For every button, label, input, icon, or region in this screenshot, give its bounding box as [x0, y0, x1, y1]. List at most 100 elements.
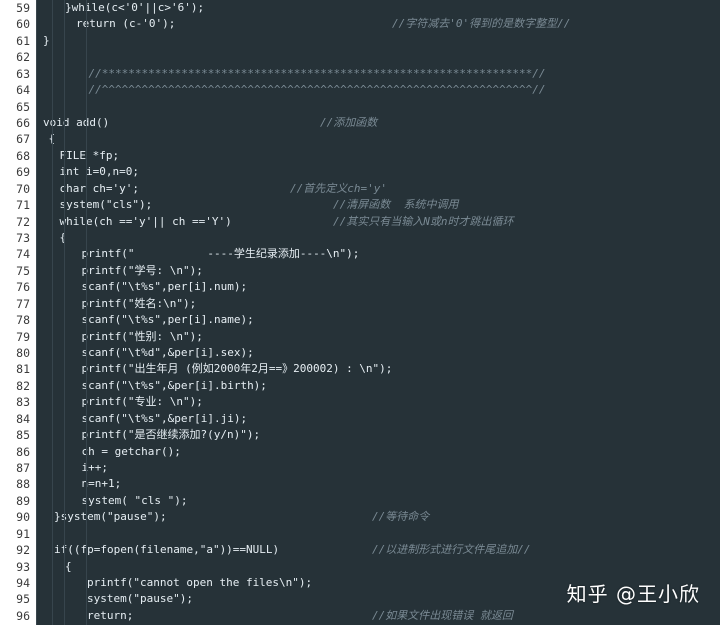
code-text: printf("出生年月 (例如2000年2月==》200002) : \n")… [81, 362, 393, 376]
line-number: 63 [16, 66, 30, 81]
code-text: FILE *fp; [59, 148, 120, 162]
code-text: { [59, 231, 67, 245]
code-comment: //等待命令 [372, 510, 430, 524]
line-number: 72 [16, 214, 30, 229]
code-line: 93 { [0, 559, 720, 575]
line-number: 93 [16, 559, 30, 574]
code-line: 72 while(ch =='y'|| ch =='Y')//其实只有当输入N或n… [0, 214, 720, 230]
code-text: system( "cls "); [81, 493, 188, 507]
code-text: printf("专业: \n"); [81, 395, 203, 409]
code-text: printf("是否继续添加?(y/n)"); [81, 428, 261, 442]
code-line: 66 void add()//添加函数 [0, 115, 720, 131]
line-number: 94 [16, 576, 30, 591]
code-text: scanf("\t%s",per[i].num); [81, 280, 248, 294]
code-text: { [65, 559, 72, 573]
line-number: 91 [16, 526, 30, 541]
code-text: printf("cannot open the files\n"); [87, 576, 313, 590]
code-text: scanf("\t%s",per[i].name); [81, 313, 254, 327]
code-line: 61} [0, 33, 720, 49]
line-number: 80 [16, 346, 30, 361]
code-line: 79 printf("性别: \n"); [0, 329, 720, 345]
code-line: 59}while(c<'0'||c>'6'); [0, 0, 720, 16]
code-line: 75 printf("学号: \n"); [0, 263, 720, 279]
line-number: 61 [16, 33, 30, 48]
line-number: 89 [16, 493, 30, 508]
line-number: 79 [16, 329, 30, 344]
watermark: 知乎 @王小欣 [566, 582, 700, 606]
code-text: printf("性别: \n"); [81, 329, 203, 343]
line-number: 67 [16, 132, 30, 147]
code-line: 82 scanf("\t%s",&per[i].birth); [0, 378, 720, 394]
line-number: 92 [16, 543, 30, 558]
line-number: 95 [16, 592, 30, 607]
line-number: 78 [16, 313, 30, 328]
code-comment: //^^^^^^^^^^^^^^^^^^^^^^^^^^^^^^^^^^^^^^… [62, 83, 546, 97]
code-line: 91 [0, 526, 720, 542]
indent-guide [52, 0, 53, 625]
code-line: 92 if((fp=fopen(filename,"a"))==NULL) //以进… [0, 542, 720, 558]
code-line: 85 printf("是否继续添加?(y/n)"); [0, 427, 720, 443]
code-text: char ch='y'; [59, 181, 139, 195]
code-line: 89 system( "cls "); [0, 493, 720, 509]
code-line: 70 char ch='y'; //首先定义ch='y' [0, 181, 720, 197]
code-comment: //清屏函数 系统中调用 [333, 198, 459, 212]
code-line: 77 printf("姓名:\n"); [0, 296, 720, 312]
code-line: 83 printf("专业: \n"); [0, 394, 720, 410]
code-comment: //其实只有当输入N或n时才跳出循环 [333, 214, 514, 228]
code-text: n=n+1; [81, 477, 122, 491]
code-comment: //如果文件出现错误 就返回 [372, 608, 513, 622]
code-text: printf(" ----学生纪录添加----\n"); [81, 247, 360, 261]
code-text: int i=0,n=0; [59, 165, 139, 179]
code-line: 62 [0, 49, 720, 65]
line-number: 66 [16, 116, 30, 130]
code-text: printf("姓名:\n"); [81, 296, 197, 310]
code-comment: //**************************************… [62, 66, 546, 80]
code-comment: //添加函数 [320, 116, 378, 129]
code-line: 90}system("pause"); //等待命令 [0, 509, 720, 525]
code-line: 60 return (c-'0'); //字符减去'0'得到的是数字整型// [0, 16, 720, 32]
code-line: 76 scanf("\t%s",per[i].num); [0, 279, 720, 295]
line-number: 87 [16, 461, 30, 476]
code-line: 64 //^^^^^^^^^^^^^^^^^^^^^^^^^^^^^^^^^^^… [0, 82, 720, 98]
code-line: 73 { [0, 230, 720, 246]
code-line: 67{ [0, 131, 720, 147]
code-line: 63 //***********************************… [0, 66, 720, 82]
line-number: 86 [16, 444, 30, 459]
indent-guide [86, 0, 87, 625]
code-comment: //以进制形式进行文件尾追加// [372, 543, 531, 557]
line-number: 85 [16, 428, 30, 443]
code-line: 71 system("cls"); //清屏函数 系统中调用 [0, 197, 720, 213]
code-line: 80 scanf("\t%d",&per[i].sex); [0, 345, 720, 361]
code-text: return (c-'0'); [76, 17, 176, 31]
code-text: system("pause"); [87, 592, 193, 606]
line-number: 88 [16, 477, 30, 492]
line-number: 69 [16, 165, 30, 180]
line-number: 65 [16, 99, 30, 114]
code-editor[interactable]: 59}while(c<'0'||c>'6'); 60 return (c-'0');… [0, 0, 720, 625]
line-number: 82 [16, 378, 30, 393]
line-number: 64 [16, 83, 30, 98]
code-line: 74 printf(" ----学生纪录添加----\n"); [0, 246, 720, 262]
code-text: return; [87, 608, 134, 622]
code-line: 88 n=n+1; [0, 476, 720, 492]
code-text: system("cls"); [59, 198, 153, 212]
code-text: scanf("\t%s",&per[i].birth); [81, 378, 267, 392]
line-number: 70 [16, 181, 30, 196]
line-number: 76 [16, 280, 30, 295]
indent-guide [64, 0, 65, 625]
code-comment: //首先定义ch='y' [290, 181, 387, 195]
line-number: 59 [16, 1, 30, 15]
code-text: ch = getchar(); [81, 444, 181, 458]
line-number: 83 [16, 395, 30, 410]
line-number: 73 [16, 231, 30, 246]
line-number: 96 [16, 608, 30, 623]
code-text: if((fp=fopen(filename,"a"))==NULL) [54, 543, 280, 557]
line-number: 77 [16, 296, 30, 311]
line-number: 71 [16, 198, 30, 213]
code-line: 87 i++; [0, 460, 720, 476]
code-line: 86 ch = getchar(); [0, 444, 720, 460]
code-text: } [43, 33, 50, 47]
code-line: 68 FILE *fp; [0, 148, 720, 164]
line-number: 62 [16, 50, 30, 65]
code-text: }system("pause"); [54, 510, 167, 524]
